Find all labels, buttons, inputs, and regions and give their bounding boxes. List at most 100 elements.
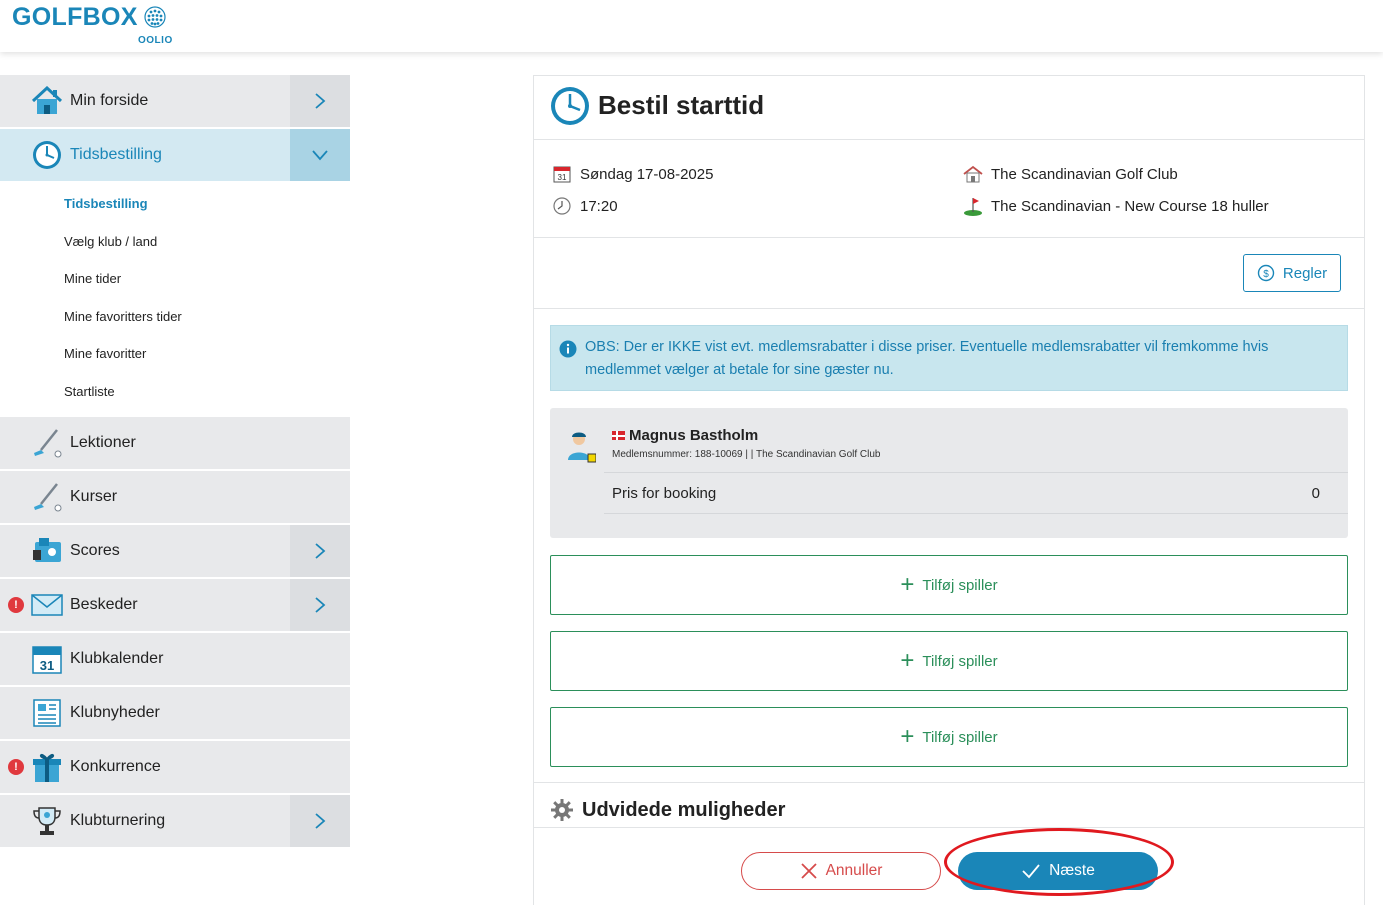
sidebar-item-tidsbestilling[interactable]: Tidsbestilling (0, 129, 350, 181)
booking-panel: Bestil starttid 31 Søndag 17-08-2025 17:… (533, 75, 1365, 905)
booking-club: The Scandinavian Golf Club (963, 164, 1178, 184)
close-icon (800, 863, 817, 879)
add-player-label: Tilføj spiller (922, 652, 998, 670)
divider (534, 782, 1364, 783)
extended-options-toggle[interactable]: Udvidede muligheder (550, 798, 785, 822)
chevron-right-icon[interactable] (290, 75, 350, 127)
oolio-logo: OOLIO (138, 35, 173, 46)
extended-options-label: Udvidede muligheder (582, 798, 786, 821)
logo-text: GOLFBOX (12, 3, 138, 31)
alert-badge: ! (8, 596, 24, 613)
sidebar-item-label: Klubnyheder (70, 703, 160, 721)
submenu-item-mine-tider[interactable]: Mine tider (0, 260, 350, 298)
add-player-button[interactable]: + Tilføj spiller (550, 631, 1348, 691)
price-value: 0 (1311, 485, 1320, 502)
player-membership: Medlemsnummer: 188-10069 | | The Scandin… (612, 449, 881, 460)
sidebar-item-label: Beskeder (70, 595, 138, 613)
submenu-item-mine-favoritters-tider[interactable]: Mine favoritters tider (0, 298, 350, 336)
course-text: The Scandinavian - New Course 18 huller (991, 197, 1269, 215)
chevron-down-icon[interactable] (290, 129, 350, 181)
cancel-button[interactable]: Annuller (741, 852, 941, 890)
sidebar-item-label: Kurser (70, 487, 118, 505)
sidebar-item-konkurrence[interactable]: ! Konkurrence (0, 740, 350, 793)
divider (604, 513, 1348, 514)
divider (534, 237, 1364, 238)
golf-club-icon (30, 427, 64, 459)
rules-button[interactable]: $ Regler (1243, 254, 1341, 292)
add-player-button[interactable]: + Tilføj spiller (550, 555, 1348, 615)
calendar-icon: 31 (30, 643, 64, 675)
player-name: Magnus Bastholm (612, 427, 758, 444)
add-player-label: Tilføj spiller (922, 576, 998, 594)
sidebar-item-beskeder[interactable]: ! Beskeder (0, 578, 350, 631)
clock-icon (30, 139, 64, 171)
divider (604, 472, 1348, 473)
plus-icon: + (900, 647, 915, 674)
submenu-item-startliste[interactable]: Startliste (0, 373, 350, 411)
add-player-label: Tilføj spiller (922, 728, 998, 746)
trophy-icon (30, 805, 64, 837)
gear-icon (551, 799, 573, 821)
sidebar-item-label: Tidsbestilling (70, 146, 162, 163)
sidebar-item-klubturnering[interactable]: Klubturnering (0, 794, 350, 847)
sidebar-item-label: Konkurrence (70, 757, 161, 775)
calendar-icon: 31 (552, 164, 572, 184)
sidebar-item-label: Klubturnering (70, 811, 166, 829)
divider (534, 308, 1364, 309)
sidebar-item-scores[interactable]: Scores (0, 524, 350, 577)
golf-club-icon (30, 481, 64, 513)
clubhouse-icon (963, 164, 983, 184)
clock-small-icon (552, 196, 572, 216)
booking-time: 17:20 (552, 196, 618, 216)
panel-header: Bestil starttid (534, 76, 1364, 140)
action-bar: Annuller Næste (534, 827, 1364, 905)
rules-button-label: Regler (1282, 264, 1328, 282)
tidsbestilling-submenu: Tidsbestilling Vælg klub / land Mine tid… (0, 183, 350, 417)
page-title: Bestil starttid (598, 90, 765, 120)
sidebar-nav: Min forside Tidsbestilling Tidsbestillin… (0, 75, 350, 849)
plus-icon: + (900, 723, 915, 750)
chevron-right-icon[interactable] (290, 794, 350, 847)
calendar-day-text: 31 (558, 173, 567, 182)
sidebar-item-kurser[interactable]: Kurser (0, 470, 350, 523)
home-icon (30, 85, 64, 117)
dollar-circle-icon: $ (1257, 264, 1275, 282)
date-text: Søndag 17-08-2025 (580, 165, 714, 183)
envelope-icon (30, 589, 64, 621)
golfer-avatar-icon (566, 430, 597, 469)
add-player-button[interactable]: + Tilføj spiller (550, 707, 1348, 767)
next-button[interactable]: Næste (958, 852, 1158, 890)
submenu-item-mine-favoritter[interactable]: Mine favoritter (0, 335, 350, 373)
sidebar-item-label: Scores (70, 541, 120, 559)
chevron-right-icon[interactable] (290, 578, 350, 631)
player-name-text: Magnus Bastholm (629, 427, 759, 444)
time-text: 17:20 (580, 197, 618, 215)
sidebar-item-klubkalender[interactable]: 31 Klubkalender (0, 632, 350, 685)
submenu-item-tidsbestilling[interactable]: Tidsbestilling (0, 185, 350, 223)
sidebar-item-label: Min forside (70, 92, 149, 109)
calendar-day-text: 31 (40, 658, 54, 673)
info-icon (559, 340, 577, 358)
sidebar-item-label: Lektioner (70, 433, 136, 451)
chevron-right-icon[interactable] (290, 524, 350, 577)
cancel-button-label: Annuller (825, 862, 883, 879)
booking-course: The Scandinavian - New Course 18 huller (963, 196, 1269, 216)
golfbox-logo[interactable]: GOLFBOX OOLIO (12, 2, 172, 46)
plus-icon: + (900, 571, 915, 598)
info-notice: OBS: Der er IKKE vist evt. medlemsrabatt… (550, 325, 1348, 391)
top-header: GOLFBOX OOLIO (0, 0, 1383, 52)
sidebar-item-label: Klubkalender (70, 649, 164, 667)
club-text: The Scandinavian Golf Club (991, 165, 1178, 183)
sidebar-item-klubnyheder[interactable]: Klubnyheder (0, 686, 350, 739)
newspaper-icon (30, 697, 64, 729)
sidebar-item-min-forside[interactable]: Min forside (0, 75, 350, 127)
checkmark-icon (1022, 864, 1040, 879)
globe-icon (144, 6, 166, 28)
sidebar-item-lektioner[interactable]: Lektioner (0, 416, 350, 469)
submenu-item-vaelg-klub[interactable]: Vælg klub / land (0, 223, 350, 261)
gift-icon (30, 751, 64, 783)
golf-flag-icon (963, 196, 983, 216)
alert-badge: ! (8, 758, 24, 775)
notice-text: OBS: Der er IKKE vist evt. medlemsrabatt… (585, 339, 1269, 378)
svg-text:$: $ (1263, 269, 1269, 280)
